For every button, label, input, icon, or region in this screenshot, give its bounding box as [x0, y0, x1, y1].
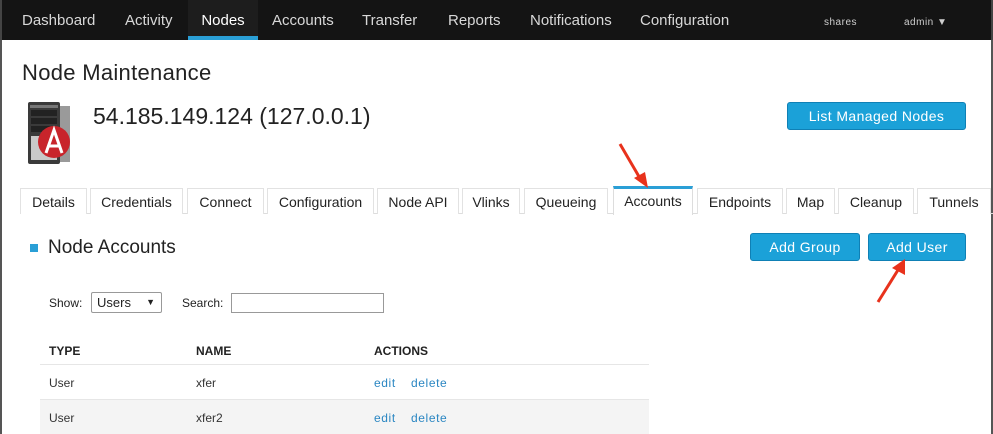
tab-map[interactable]: Map: [786, 188, 835, 214]
nav-notifications[interactable]: Notifications: [530, 0, 612, 40]
row-name: xfer: [196, 376, 217, 390]
tab-cleanup[interactable]: Cleanup: [838, 188, 914, 214]
tab-details[interactable]: Details: [20, 188, 87, 214]
tab-accounts[interactable]: Accounts: [613, 186, 693, 215]
tab-connect[interactable]: Connect: [187, 188, 264, 214]
row-type: User: [49, 376, 75, 390]
nav-accounts[interactable]: Accounts: [272, 0, 334, 40]
nav-shares-link[interactable]: shares: [824, 0, 857, 46]
tab-queueing[interactable]: Queueing: [524, 188, 608, 214]
show-select[interactable]: Users ▼: [91, 292, 162, 313]
nav-configuration[interactable]: Configuration: [640, 0, 729, 40]
table-row: [40, 400, 649, 434]
nav-nodes[interactable]: Nodes: [188, 0, 258, 40]
chevron-down-icon: ▼: [146, 297, 155, 307]
section-marker: [30, 244, 38, 252]
top-navigation-bar: Dashboard Activity Nodes Accounts Transf…: [0, 0, 993, 40]
tab-endpoints[interactable]: Endpoints: [697, 188, 783, 214]
search-input[interactable]: [231, 293, 384, 313]
column-header-type: TYPE: [49, 344, 81, 358]
row-type: User: [49, 411, 75, 425]
show-label: Show:: [49, 296, 83, 310]
server-node-icon: [28, 102, 70, 164]
frame-left-edge: [0, 40, 2, 434]
nav-transfer[interactable]: Transfer: [362, 0, 417, 40]
tab-vlinks[interactable]: Vlinks: [462, 188, 520, 214]
annotation-arrow-up-icon: [876, 259, 905, 303]
column-header-actions: ACTIONS: [374, 344, 428, 358]
section-title: Node Accounts: [48, 237, 176, 258]
nav-activity[interactable]: Activity: [125, 0, 173, 40]
delete-link[interactable]: delete: [411, 411, 447, 425]
table-row: [40, 365, 649, 400]
search-label: Search:: [182, 296, 224, 310]
tab-node-api[interactable]: Node API: [377, 188, 459, 214]
node-address: 54.185.149.124 (127.0.0.1): [93, 103, 371, 129]
column-header-name: NAME: [196, 344, 232, 358]
nav-reports[interactable]: Reports: [448, 0, 501, 40]
add-group-button[interactable]: Add Group: [750, 233, 860, 261]
tab-tunnels[interactable]: Tunnels: [917, 188, 991, 214]
tab-configuration[interactable]: Configuration: [267, 188, 374, 214]
nav-user-menu[interactable]: admin ▼: [904, 0, 947, 46]
node-tabs: Details Credentials Connect Configuratio…: [20, 186, 993, 215]
list-managed-nodes-button[interactable]: List Managed Nodes: [787, 102, 966, 130]
edit-link[interactable]: edit: [374, 376, 396, 390]
edit-link[interactable]: edit: [374, 411, 396, 425]
row-name: xfer2: [196, 411, 223, 425]
nav-dashboard[interactable]: Dashboard: [22, 0, 95, 40]
tab-credentials[interactable]: Credentials: [90, 188, 183, 214]
delete-link[interactable]: delete: [411, 376, 447, 390]
annotation-arrow-down-icon: [618, 143, 648, 188]
page-title: Node Maintenance: [22, 60, 212, 85]
show-select-value: Users: [97, 295, 131, 310]
